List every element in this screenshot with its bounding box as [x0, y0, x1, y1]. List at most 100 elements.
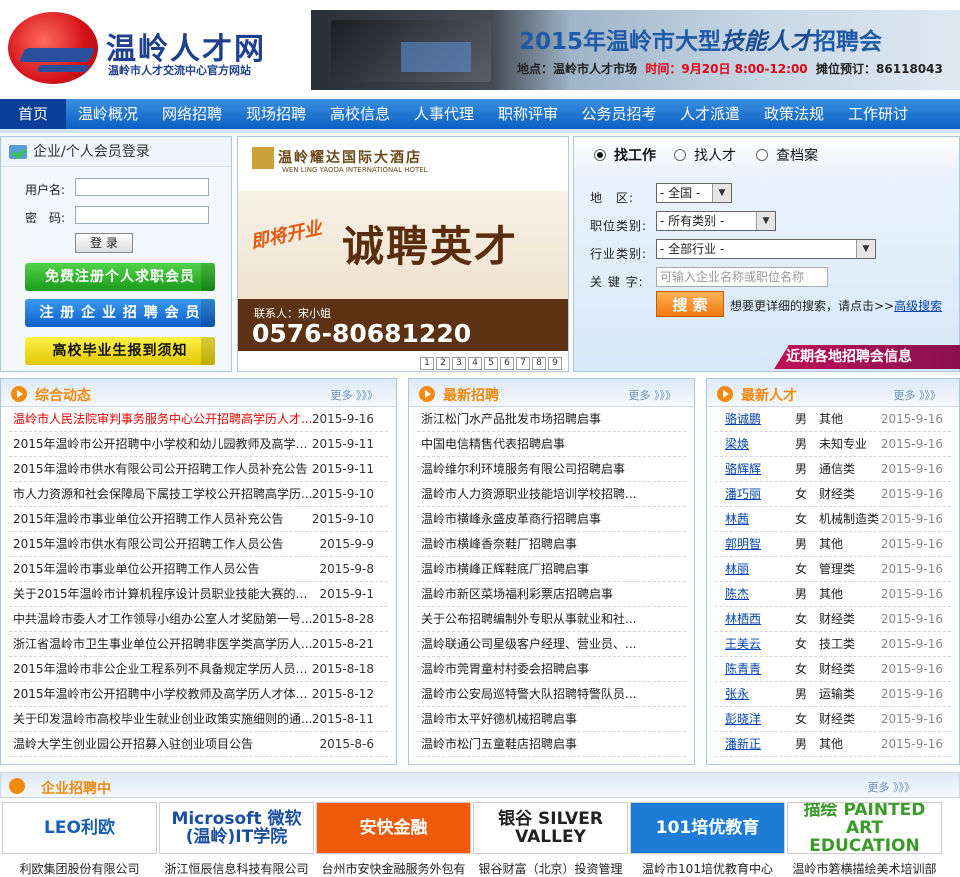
tab-check-archive[interactable]: 查档案	[756, 145, 818, 165]
ad-page-2[interactable]: 2	[436, 357, 450, 370]
password-input[interactable]	[75, 206, 209, 224]
news-item-title[interactable]: 中共温岭市委人才工作领导小组办公室人才奖励第一号...	[13, 607, 313, 631]
username-input[interactable]	[75, 178, 209, 196]
table-row[interactable]: 温岭市松门五童鞋店招聘启事	[417, 732, 686, 757]
job-item-title[interactable]: 温岭市横峰正辉鞋底厂招聘启事	[421, 557, 681, 581]
ad-page-7[interactable]: 7	[516, 357, 530, 370]
register-person-button[interactable]: 免费注册个人求职会员	[25, 263, 215, 291]
ad-page-5[interactable]: 5	[484, 357, 498, 370]
site-logo[interactable]: 温岭人才网 温岭市人才交流中心官方网站	[8, 10, 298, 90]
job-item-title[interactable]: 中国电信精售代表招聘启事	[421, 432, 681, 456]
industry-select[interactable]: - 全部行业 -	[656, 239, 876, 259]
nav-online-recruit[interactable]: 网络招聘	[150, 99, 234, 129]
table-row[interactable]: 2015年温岭市供水有限公司公开招聘工作人员补充公告 2015-9-11	[9, 457, 388, 482]
register-company-button[interactable]: 注 册 企 业 招 聘 会 员	[25, 299, 215, 327]
nav-civil-exam[interactable]: 公务员招考	[570, 99, 668, 129]
talent-name-link[interactable]: 张永	[725, 682, 749, 706]
news-item-title[interactable]: 2015年温岭市非公企业工程系列不具备规定学历人员晋...	[13, 657, 313, 681]
news-item-title[interactable]: 温岭大学生创业园公开招募入驻创业项目公告	[13, 732, 313, 756]
company-name-link[interactable]: 利欧集团股份有限公司	[2, 860, 157, 877]
table-row[interactable]: 2015年温岭市事业单位公开招聘工作人员补充公告 2015-9-10	[9, 507, 388, 532]
job-item-title[interactable]: 温岭市横峰香奈鞋厂招聘启事	[421, 532, 681, 556]
job-item-title[interactable]: 关于公布招聘编制外专职从事就业和社...	[421, 607, 681, 631]
radio-icon[interactable]	[756, 149, 768, 161]
talent-name-link[interactable]: 林丽	[725, 557, 749, 581]
table-row[interactable]: 浙江松门水产品批发市场招聘启事	[417, 407, 686, 432]
job-item-title[interactable]: 温岭市松门五童鞋店招聘启事	[421, 732, 681, 756]
company-logo[interactable]: Microsoft 微软(温岭)IT学院	[159, 802, 314, 854]
company-logo[interactable]: 安快金融	[316, 802, 471, 854]
news-item-title[interactable]: 关于2015年温岭市计算机程序设计员职业技能大赛的补...	[13, 582, 313, 606]
nav-overview[interactable]: 温岭概况	[66, 99, 150, 129]
keyword-input[interactable]: 可输入企业名称或职位名称	[656, 267, 828, 287]
news-item-title[interactable]: 2015年温岭市事业单位公开招聘工作人员补充公告	[13, 507, 313, 531]
job-item-title[interactable]: 温岭市莞胃童村村委会招聘启事	[421, 657, 681, 681]
radio-icon[interactable]	[674, 149, 686, 161]
advanced-search-link[interactable]: 高级搜索	[894, 299, 942, 313]
job-item-title[interactable]: 温岭市人力资源职业技能培训学校招聘...	[421, 482, 681, 506]
news-item-title[interactable]: 市人力资源和社会保障局下属技工学校公开招聘高学历...	[13, 482, 313, 506]
news-item-title[interactable]: 2015年温岭市事业单位公开招聘工作人员公告	[13, 557, 313, 581]
talent-name-link[interactable]: 彭晓洋	[725, 707, 761, 731]
ad-page-9[interactable]: 9	[548, 357, 562, 370]
table-row[interactable]: 温岭市太平好德机械招聘启事	[417, 707, 686, 732]
table-row[interactable]: 2015年温岭市事业单位公开招聘工作人员公告 2015-9-8	[9, 557, 388, 582]
talent-name-link[interactable]: 林茜	[725, 507, 749, 531]
nav-home[interactable]: 首页	[0, 99, 66, 129]
job-item-title[interactable]: 温岭联通公司星级客户经理、营业员、...	[421, 632, 681, 656]
radio-checked-icon[interactable]	[594, 149, 606, 161]
company-name-link[interactable]: 温岭市箬横描绘美术培训部	[787, 860, 942, 877]
table-row[interactable]: 温岭大学生创业园公开招募入驻创业项目公告 2015-8-6	[9, 732, 388, 757]
table-row[interactable]: 关于印发温岭市高校毕业生就业创业政策实施细则的通... 2015-8-11	[9, 707, 388, 732]
news-item-title[interactable]: 2015年温岭市公开招聘中小学校和幼儿园教师及高学历...	[13, 432, 313, 456]
ad-page-4[interactable]: 4	[468, 357, 482, 370]
table-row[interactable]: 浙江省温岭市卫生事业单位公开招聘非医学类高学历人... 2015-8-21	[9, 632, 388, 657]
tab-find-talent[interactable]: 找人才	[674, 145, 736, 165]
search-button[interactable]: 搜 索	[656, 291, 724, 317]
job-item-title[interactable]: 浙江松门水产品批发市场招聘启事	[421, 407, 681, 431]
company-name-link[interactable]: 台州市安快金融服务外包有	[316, 860, 471, 877]
job-item-title[interactable]: 温岭维尔利环境服务有限公司招聘启事	[421, 457, 681, 481]
ad-page-3[interactable]: 3	[452, 357, 466, 370]
nav-college-info[interactable]: 高校信息	[318, 99, 402, 129]
area-select[interactable]: - 全国 -	[656, 183, 732, 203]
nav-policy[interactable]: 政策法规	[752, 99, 836, 129]
nav-talent-dispatch[interactable]: 人才派遣	[668, 99, 752, 129]
table-row[interactable]: 中共温岭市委人才工作领导小组办公室人才奖励第一号... 2015-8-28	[9, 607, 388, 632]
table-row[interactable]: 2015年温岭市公开招聘中小学校教师及高学历人才体检... 2015-8-12	[9, 682, 388, 707]
talent-name-link[interactable]: 潘巧丽	[725, 482, 761, 506]
nav-onsite-recruit[interactable]: 现场招聘	[234, 99, 318, 129]
table-row[interactable]: 2015年温岭市供水有限公司公开招聘工作人员公告 2015-9-9	[9, 532, 388, 557]
table-row[interactable]: 关于2015年温岭市计算机程序设计员职业技能大赛的补... 2015-9-1	[9, 582, 388, 607]
table-row[interactable]: 温岭联通公司星级客户经理、营业员、...	[417, 632, 686, 657]
talent-name-link[interactable]: 潘新正	[725, 732, 761, 756]
graduate-notice-button[interactable]: 高校毕业生报到须知	[25, 337, 215, 365]
company-name-link[interactable]: 温岭市101培优教育中心	[630, 860, 785, 877]
table-row[interactable]: 温岭市公安局巡特警大队招聘特警队员...	[417, 682, 686, 707]
tab-find-job[interactable]: 找工作	[594, 145, 656, 165]
company-logo[interactable]: 描绘 PAINTED ART EDUCATION	[787, 802, 942, 854]
ad-page-1[interactable]: 1	[420, 357, 434, 370]
news-item-title[interactable]: 2015年温岭市供水有限公司公开招聘工作人员公告	[13, 532, 313, 556]
job-item-title[interactable]: 温岭市太平好德机械招聘启事	[421, 707, 681, 731]
news-item-title[interactable]: 2015年温岭市公开招聘中小学校教师及高学历人才体检...	[13, 682, 313, 706]
company-logo[interactable]: 101培优教育	[630, 802, 785, 854]
job-item-title[interactable]: 温岭市横峰永盛皮革商行招聘启事	[421, 507, 681, 531]
talent-name-link[interactable]: 林栖西	[725, 607, 761, 631]
table-row[interactable]: 温岭市人民法院审判事务服务中心公开招聘高学历人才... 2015-9-16	[9, 407, 388, 432]
enterprise-more-link[interactable]: 更多 》》》	[868, 779, 916, 795]
news-item-title[interactable]: 关于印发温岭市高校毕业生就业创业政策实施细则的通...	[13, 707, 313, 731]
table-row[interactable]: 温岭市人力资源职业技能培训学校招聘...	[417, 482, 686, 507]
talent-name-link[interactable]: 陈杰	[725, 582, 749, 606]
table-row[interactable]: 温岭市莞胃童村村委会招聘启事	[417, 657, 686, 682]
talent-name-link[interactable]: 骆诚鹏	[725, 407, 761, 431]
table-row[interactable]: 2015年温岭市公开招聘中小学校和幼儿园教师及高学历... 2015-9-11	[9, 432, 388, 457]
table-row[interactable]: 温岭市横峰香奈鞋厂招聘启事	[417, 532, 686, 557]
news-item-title[interactable]: 浙江省温岭市卫生事业单位公开招聘非医学类高学历人...	[13, 632, 313, 656]
table-row[interactable]: 温岭市横峰正辉鞋底厂招聘启事	[417, 557, 686, 582]
table-row[interactable]: 温岭市新区菜场福利彩票店招聘启事	[417, 582, 686, 607]
talent-name-link[interactable]: 郭明智	[725, 532, 761, 556]
table-row[interactable]: 中国电信精售代表招聘启事	[417, 432, 686, 457]
ad-page-8[interactable]: 8	[532, 357, 546, 370]
talent-name-link[interactable]: 王美云	[725, 632, 761, 656]
